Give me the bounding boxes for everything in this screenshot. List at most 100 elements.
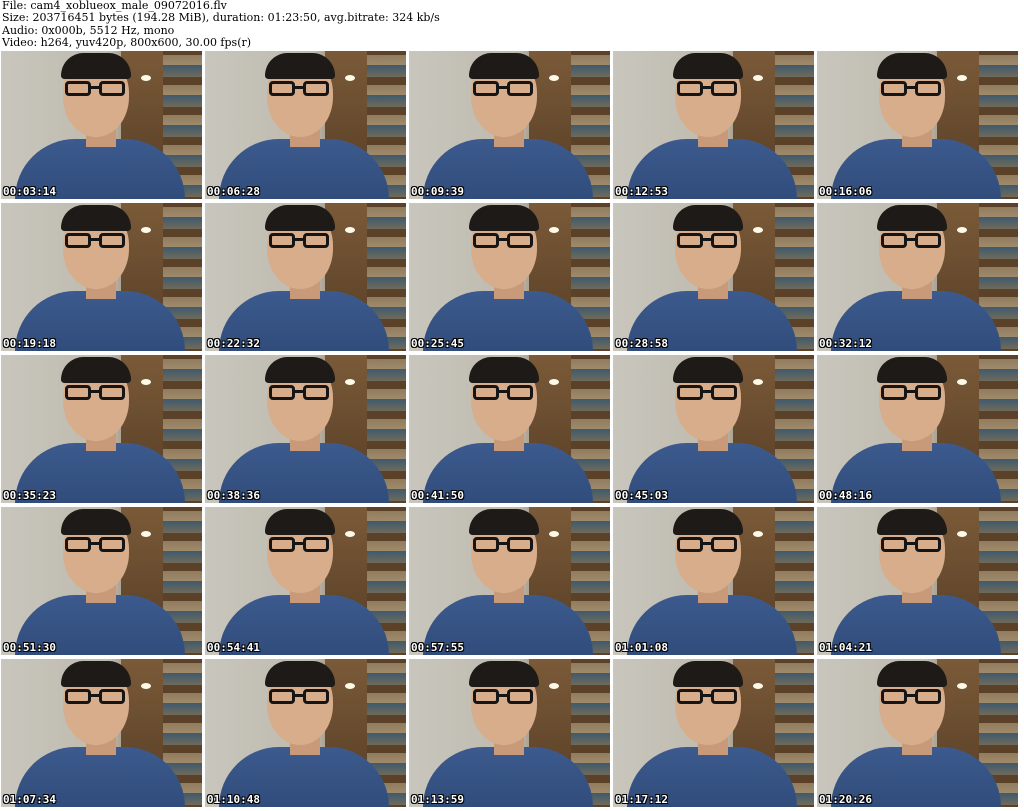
person-hair (877, 509, 947, 535)
glasses-icon (473, 689, 535, 705)
glasses-icon (677, 233, 739, 249)
glasses-icon (65, 81, 127, 97)
person-hair (877, 357, 947, 383)
video-thumbnail: 00:45:03 (613, 355, 814, 503)
thumbnail-timestamp: 01:20:26 (819, 793, 872, 806)
video-thumbnail: 00:35:23 (1, 355, 202, 503)
glasses-icon (881, 233, 943, 249)
person-hair (265, 205, 335, 231)
thumbnail-timestamp: 00:45:03 (615, 489, 668, 502)
file-size-line: Size: 203716451 bytes (194.28 MiB), dura… (2, 11, 440, 25)
glasses-icon (677, 81, 739, 97)
lamp-light (549, 379, 559, 385)
video-thumbnail: 01:04:21 (817, 507, 1018, 655)
video-thumbnail: 00:22:32 (205, 203, 406, 351)
glasses-icon (269, 537, 331, 553)
thumbnail-timestamp: 00:38:36 (207, 489, 260, 502)
video-thumbnail: 01:01:08 (613, 507, 814, 655)
thumbnail-timestamp: 00:48:16 (819, 489, 872, 502)
person-hair (877, 661, 947, 687)
glasses-icon (269, 385, 331, 401)
video-thumbnail: 00:09:39 (409, 51, 610, 199)
glasses-icon (473, 81, 535, 97)
person-hair (469, 661, 539, 687)
glasses-icon (881, 689, 943, 705)
video-thumbnail: 00:28:58 (613, 203, 814, 351)
person-hair (265, 661, 335, 687)
person-hair (61, 661, 131, 687)
glasses-icon (677, 689, 739, 705)
glasses-icon (473, 537, 535, 553)
glasses-icon (269, 233, 331, 249)
thumbnail-timestamp: 00:28:58 (615, 337, 668, 350)
person-hair (469, 53, 539, 79)
person-hair (265, 53, 335, 79)
thumbnail-timestamp: 00:54:41 (207, 641, 260, 654)
thumbnail-timestamp: 01:17:12 (615, 793, 668, 806)
person-hair (265, 509, 335, 535)
thumbnail-timestamp: 00:57:55 (411, 641, 464, 654)
thumbnail-timestamp: 01:07:34 (3, 793, 56, 806)
person-hair (673, 661, 743, 687)
glasses-icon (65, 233, 127, 249)
person-hair (61, 205, 131, 231)
lamp-light (957, 75, 967, 81)
lamp-light (345, 227, 355, 233)
glasses-icon (269, 689, 331, 705)
thumbnail-timestamp: 01:01:08 (615, 641, 668, 654)
person-hair (877, 53, 947, 79)
glasses-icon (881, 385, 943, 401)
lamp-light (753, 227, 763, 233)
thumbnail-timestamp: 00:19:18 (3, 337, 56, 350)
person-hair (673, 509, 743, 535)
person-hair (877, 205, 947, 231)
video-thumbnail: 00:16:06 (817, 51, 1018, 199)
thumbnail-timestamp: 00:35:23 (3, 489, 56, 502)
thumbnail-timestamp: 00:06:28 (207, 185, 260, 198)
lamp-light (957, 379, 967, 385)
thumbnail-timestamp: 00:51:30 (3, 641, 56, 654)
thumbnail-timestamp: 00:03:14 (3, 185, 56, 198)
thumbnail-timestamp: 00:16:06 (819, 185, 872, 198)
lamp-light (957, 531, 967, 537)
lamp-light (345, 379, 355, 385)
person-hair (61, 509, 131, 535)
person-hair (265, 357, 335, 383)
video-thumbnail: 00:32:12 (817, 203, 1018, 351)
thumbnail-timestamp: 01:04:21 (819, 641, 872, 654)
lamp-light (141, 379, 151, 385)
video-thumbnail: 00:12:53 (613, 51, 814, 199)
lamp-light (141, 683, 151, 689)
glasses-icon (65, 689, 127, 705)
person-hair (673, 205, 743, 231)
lamp-light (345, 683, 355, 689)
thumbnail-timestamp: 00:09:39 (411, 185, 464, 198)
thumbnail-timestamp: 01:13:59 (411, 793, 464, 806)
video-thumbnail: 01:07:34 (1, 659, 202, 807)
video-thumbnail: 01:20:26 (817, 659, 1018, 807)
lamp-light (345, 531, 355, 537)
file-info-header: File: cam4_xoblueox_male_09072016.flv Si… (2, 0, 1022, 50)
glasses-icon (677, 537, 739, 553)
video-thumbnail: 00:06:28 (205, 51, 406, 199)
glasses-icon (677, 385, 739, 401)
person-hair (61, 357, 131, 383)
glasses-icon (473, 233, 535, 249)
video-thumbnail: 00:25:45 (409, 203, 610, 351)
lamp-light (957, 227, 967, 233)
video-info-line: Video: h264, yuv420p, 800x600, 30.00 fps… (2, 35, 252, 49)
video-thumbnail: 00:54:41 (205, 507, 406, 655)
glasses-icon (269, 81, 331, 97)
thumbnail-timestamp: 00:32:12 (819, 337, 872, 350)
person-hair (61, 53, 131, 79)
thumbnail-timestamp: 01:10:48 (207, 793, 260, 806)
lamp-light (753, 683, 763, 689)
glasses-icon (473, 385, 535, 401)
lamp-light (141, 75, 151, 81)
glasses-icon (65, 537, 127, 553)
lamp-light (549, 75, 559, 81)
video-thumbnail: 00:51:30 (1, 507, 202, 655)
lamp-light (549, 683, 559, 689)
glasses-icon (881, 537, 943, 553)
lamp-light (345, 75, 355, 81)
